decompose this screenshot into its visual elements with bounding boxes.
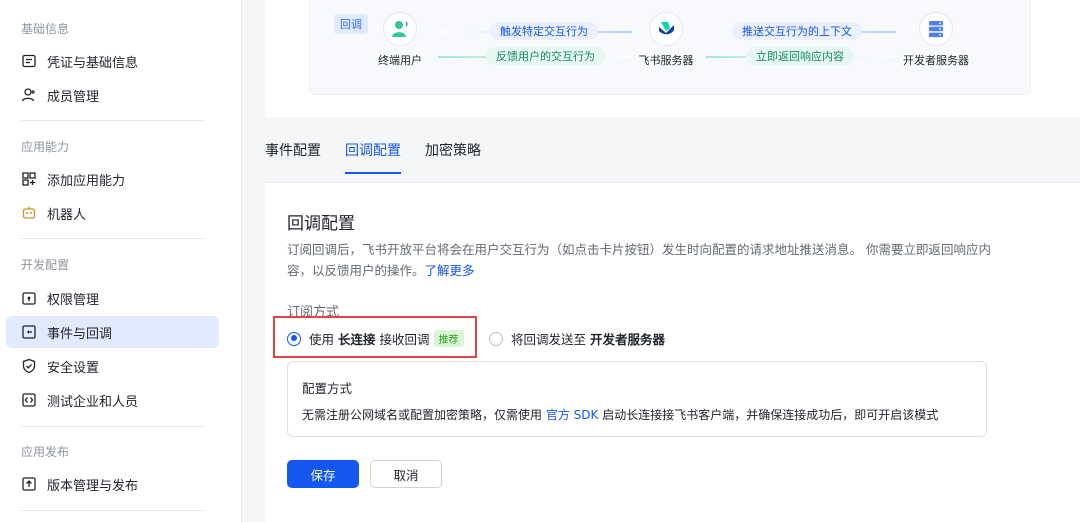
server-icon (919, 12, 953, 46)
description-text: 订阅回调后，飞书开放平台将会在用户交互行为（如点击卡片按钮）发生时向配置的请求地… (287, 242, 991, 257)
sidebar: 基础信息 凭证与基础信息 成员管理 应用能力 添加应用能力 机器人 开发配置 权… (0, 0, 242, 522)
section-title-app-capabilities: 应用能力 (21, 140, 70, 154)
node-feishu-server: 飞书服务器 (634, 12, 698, 68)
section-title-app-release: 应用发布 (21, 445, 70, 459)
tab-callback-config[interactable]: 回调配置 (345, 140, 401, 174)
config-text: 启动长连接接飞书客户端，并确保连接成功后，即可开启该模式 (598, 408, 939, 422)
user-icon (383, 12, 417, 46)
sidebar-item-bot[interactable]: 机器人 (6, 197, 219, 229)
option-text: 使用 (309, 332, 335, 347)
sidebar-item-label: 权限管理 (47, 292, 100, 308)
option-long-connection[interactable]: 使用 长连接 接收回调 推荐 (287, 329, 464, 348)
sidebar-item-label: 添加应用能力 (47, 173, 126, 189)
sidebar-divider (21, 238, 205, 239)
sidebar-item-test-users[interactable]: 测试企业和人员 (6, 384, 219, 416)
user-add-icon (21, 87, 37, 103)
shield-check-icon (21, 358, 37, 374)
panel-description: 订阅回调后，飞书开放平台将会在用户交互行为（如点击卡片按钮）发生时向配置的请求地… (287, 239, 1007, 281)
config-text: 无需注册公网域名或配置加密策略，仅需使用 (302, 408, 546, 422)
radio-long-connection[interactable] (287, 331, 301, 346)
sidebar-item-permissions[interactable]: 权限管理 (6, 282, 219, 314)
section-title-basic-info: 基础信息 (21, 22, 70, 36)
flow-label-dev-to-feishu: 立即返回响应内容 (746, 47, 854, 65)
node-label: 开发者服务器 (903, 54, 969, 67)
flow-label-user-to-feishu: 触发特定交互行为 (490, 22, 598, 40)
sidebar-item-label: 版本管理与发布 (47, 478, 139, 494)
lock-box-icon (21, 290, 37, 306)
upload-box-icon (21, 476, 37, 492)
panel-title: 回调配置 (287, 214, 355, 234)
sidebar-item-credentials[interactable]: 凭证与基础信息 (6, 45, 219, 77)
sidebar-divider (21, 510, 205, 511)
radio-developer-server[interactable] (489, 331, 503, 346)
event-box-icon (21, 324, 37, 340)
cancel-button[interactable]: 取消 (370, 460, 442, 488)
tab-event-config[interactable]: 事件配置 (265, 140, 321, 174)
option-text: 接收回调 (379, 332, 430, 347)
config-method-text: 无需注册公网域名或配置加密策略，仅需使用 官方 SDK 启动长连接接飞书客户端，… (302, 406, 938, 423)
description-text: 容，以反馈用户的操作。 (287, 263, 425, 278)
callback-diagram-card: 回调 终端用户 飞书服务器 开发者服务器 触发特定交互行为 反馈用户的交互行为 … (265, 0, 1080, 117)
diagram-tag: 回调 (334, 14, 368, 34)
config-method-box: 配置方式 无需注册公网域名或配置加密策略，仅需使用 官方 SDK 启动长连接接飞… (287, 361, 987, 437)
node-label: 飞书服务器 (638, 54, 694, 67)
recommended-badge: 推荐 (433, 330, 464, 347)
sidebar-item-label: 机器人 (47, 207, 87, 223)
option-text-bold: 长连接 (338, 332, 376, 347)
sidebar-item-events-callbacks[interactable]: 事件与回调 (6, 316, 219, 348)
grid-add-icon (21, 171, 37, 187)
config-method-title: 配置方式 (302, 381, 353, 396)
section-title-dev-config: 开发配置 (21, 258, 70, 272)
node-developer-server: 开发者服务器 (898, 12, 974, 68)
sidebar-item-add-capability[interactable]: 添加应用能力 (6, 163, 219, 195)
sidebar-item-label: 凭证与基础信息 (47, 55, 139, 71)
callback-config-panel: 回调配置 订阅回调后，飞书开放平台将会在用户交互行为（如点击卡片按钮）发生时向配… (265, 182, 1080, 522)
option-developer-server[interactable]: 将回调发送至 开发者服务器 (489, 329, 669, 348)
node-label: 终端用户 (378, 54, 422, 67)
flow-label-feishu-to-user: 反馈用户的交互行为 (486, 47, 605, 65)
robot-icon (21, 205, 37, 221)
feishu-logo-icon (649, 12, 683, 46)
learn-more-link[interactable]: 了解更多 (425, 263, 475, 278)
callback-flow-diagram: 回调 终端用户 飞书服务器 开发者服务器 触发特定交互行为 反馈用户的交互行为 … (309, 0, 1031, 95)
sidebar-item-label: 安全设置 (47, 360, 100, 376)
sidebar-divider (21, 426, 205, 427)
sidebar-item-versions[interactable]: 版本管理与发布 (6, 468, 219, 500)
tab-encryption-strategy[interactable]: 加密策略 (425, 140, 481, 174)
main-content: 回调 终端用户 飞书服务器 开发者服务器 触发特定交互行为 反馈用户的交互行为 … (243, 0, 1080, 522)
sidebar-item-label: 成员管理 (47, 89, 100, 105)
id-card-icon (21, 53, 37, 69)
flow-label-feishu-to-dev: 推送交互行为的上下文 (732, 22, 862, 40)
option-text-bold: 开发者服务器 (590, 332, 666, 347)
sidebar-divider (21, 120, 205, 121)
sidebar-item-members[interactable]: 成员管理 (6, 79, 219, 111)
sidebar-item-label: 事件与回调 (47, 326, 113, 342)
node-end-user: 终端用户 (376, 12, 424, 68)
sidebar-item-security[interactable]: 安全设置 (6, 350, 219, 382)
config-tabs: 事件配置 回调配置 加密策略 (265, 140, 505, 174)
option-text: 将回调发送至 (511, 332, 587, 347)
save-button[interactable]: 保存 (287, 460, 359, 488)
official-sdk-link[interactable]: 官方 SDK (546, 408, 599, 422)
sidebar-item-label: 测试企业和人员 (47, 394, 139, 410)
code-box-icon (21, 392, 37, 408)
